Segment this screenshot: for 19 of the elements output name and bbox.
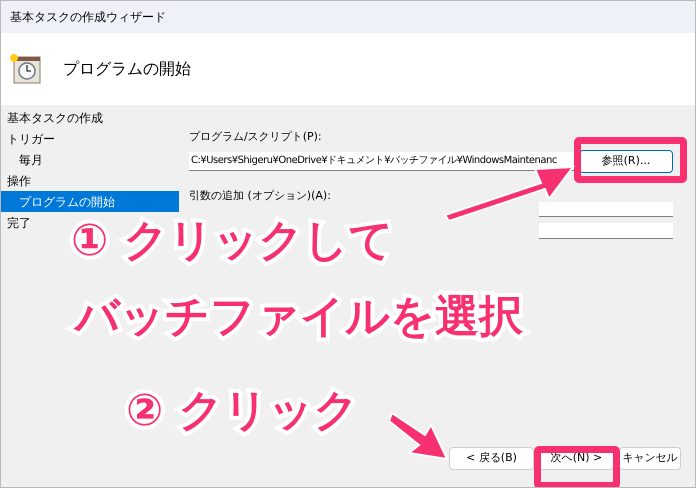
wizard-button[interactable]: キャンセル <box>619 447 681 470</box>
window-title: 基本タスクの作成ウィザード <box>10 9 166 26</box>
field-label: プログラム/スクリプト(P): <box>189 129 323 145</box>
nav-item[interactable]: 基本タスクの作成 <box>1 107 181 128</box>
calendar-clock-icon <box>9 53 41 85</box>
nav-item[interactable]: 操作 <box>1 170 181 191</box>
callout-text: ① クリックして <box>71 219 394 263</box>
input-field[interactable] <box>539 223 673 239</box>
browse-button[interactable]: 参照(R)... <box>579 150 673 172</box>
callout-text: バッチファイルを選択 <box>75 295 523 339</box>
nav-item[interactable]: トリガー <box>1 128 181 149</box>
nav-item[interactable]: プログラムの開始 <box>1 191 179 212</box>
nav-item[interactable]: 毎月 <box>1 149 181 170</box>
callout-text: ② クリック <box>126 389 359 433</box>
page-heading: プログラムの開始 <box>63 58 191 80</box>
wizard-button[interactable]: < 戻る(B) <box>449 447 534 470</box>
field-label: 引数の追加 (オプション)(A): <box>189 188 332 204</box>
input-field[interactable]: C:¥Users¥Shigeru¥OneDrive¥ドキュメント¥バッチファイル¥WindowsMaintenanc <box>189 152 576 170</box>
input-field[interactable] <box>539 202 673 217</box>
